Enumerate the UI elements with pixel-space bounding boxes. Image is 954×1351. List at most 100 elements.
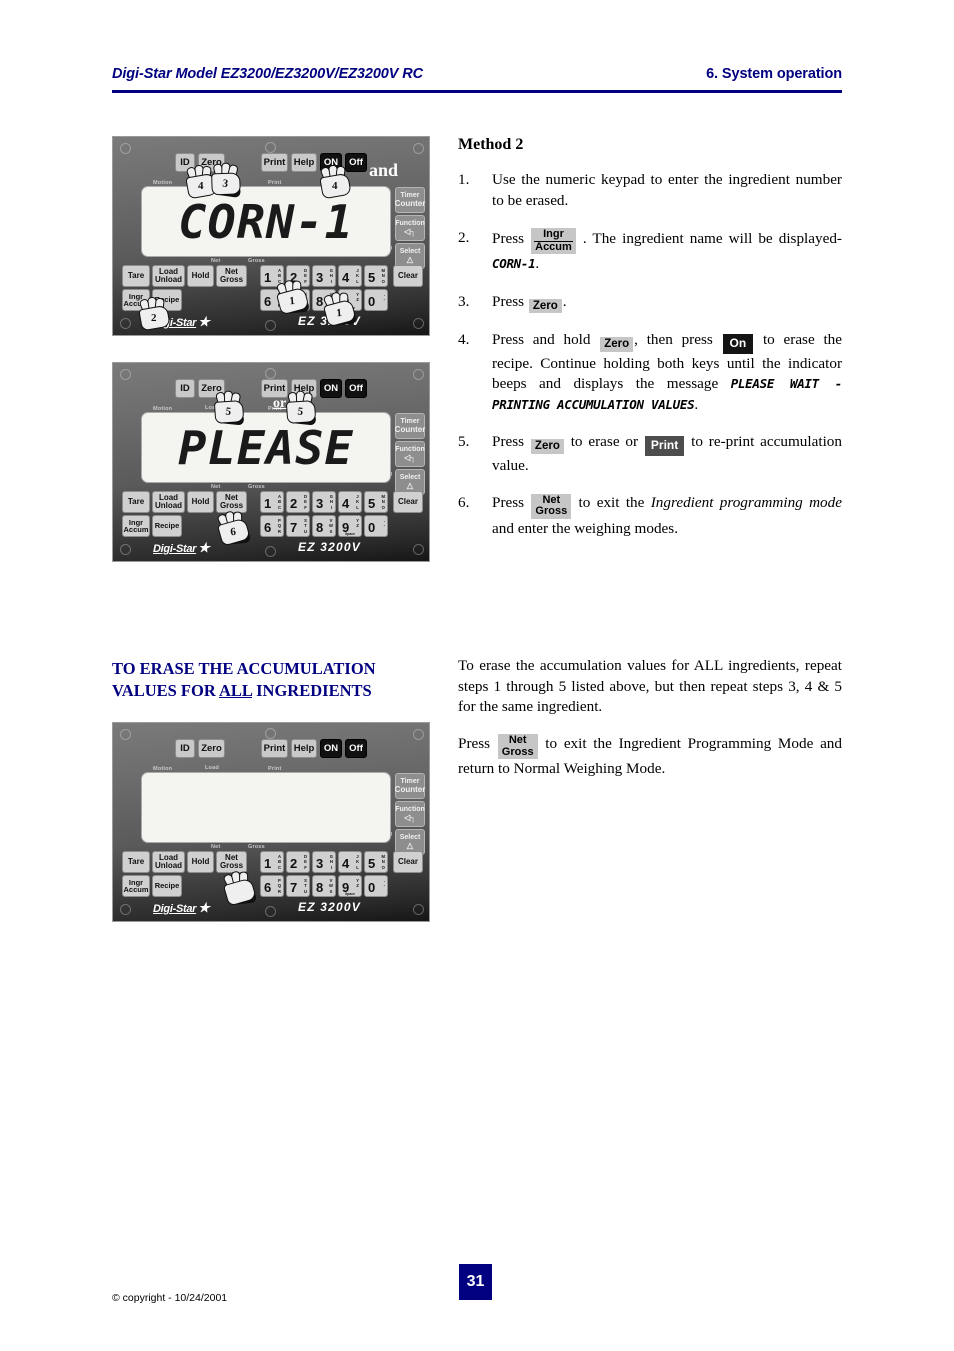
device-button-clear[interactable]: Clear xyxy=(393,851,423,873)
device-button-ingr[interactable]: Ingr Accum xyxy=(122,875,150,897)
device-button-zero[interactable]: Zero xyxy=(198,379,225,398)
keypad-key-1[interactable]: 1 A B C xyxy=(260,265,284,287)
device-button-off[interactable]: Off xyxy=(345,379,367,398)
inline-key-net-gross[interactable]: Net Gross xyxy=(497,733,538,760)
keypad-key-4[interactable]: 4 J K L xyxy=(338,851,362,873)
device-button-clear[interactable]: Clear xyxy=(393,491,423,513)
keypad-key-6[interactable]: 6 P Q R xyxy=(260,875,284,897)
keypad-key-3[interactable]: 3 G H I xyxy=(312,491,336,513)
keypad-key-6[interactable]: 6 P Q R xyxy=(260,289,284,311)
device-button-id[interactable]: ID xyxy=(175,153,195,172)
keypad-key-2[interactable]: 2 D E F xyxy=(286,265,310,287)
keypad-key-7[interactable]: 7 S T U xyxy=(286,289,310,311)
keypad-key-0[interactable]: 0 . - xyxy=(364,289,388,311)
keypad-letters: M N O xyxy=(381,268,386,284)
device-button-clear[interactable]: Clear xyxy=(393,265,423,287)
keypad-digit: 6 xyxy=(264,294,272,309)
keypad-key-0[interactable]: 0 . - xyxy=(364,875,388,897)
device-button-ingr[interactable]: Ingr Accum xyxy=(122,289,150,311)
keypad-key-8[interactable]: 8 V W X xyxy=(312,875,336,897)
device-button-tare[interactable]: Tare xyxy=(122,851,150,873)
device-button-recipe[interactable]: Recipe xyxy=(152,515,182,537)
side-button-timer[interactable]: Timer Counter xyxy=(395,187,425,213)
device-button-tare[interactable]: Tare xyxy=(122,265,150,287)
keypad-key-9[interactable]: 9Y Z Space xyxy=(338,515,362,537)
device-button-net[interactable]: Net Gross xyxy=(216,851,247,873)
star-icon: ★ xyxy=(198,900,210,915)
keypad-key-4[interactable]: 4 J K L xyxy=(338,491,362,513)
keypad-key-5[interactable]: 5 M N O xyxy=(364,265,388,287)
device-button-hold[interactable]: Hold xyxy=(187,491,214,513)
keypad-key-0[interactable]: 0 . - xyxy=(364,515,388,537)
inline-key-print[interactable]: Print xyxy=(644,436,685,456)
device-button-id[interactable]: ID xyxy=(175,379,195,398)
keypad-key-3[interactable]: 3 G H I xyxy=(312,851,336,873)
keypad-key-7[interactable]: 7 S T U xyxy=(286,515,310,537)
device-button-load[interactable]: Load Unload xyxy=(152,851,185,873)
device-button-zero[interactable]: Zero xyxy=(198,153,225,172)
inline-key-ingr-accum[interactable]: Ingr Accum xyxy=(531,228,576,255)
device-button-off[interactable]: Off xyxy=(345,739,367,758)
keypad-key-2[interactable]: 2 D E F xyxy=(286,491,310,513)
inline-key-on[interactable]: On xyxy=(722,334,754,354)
indicator-label-gross: Gross xyxy=(248,844,265,850)
panel-screw-icon xyxy=(265,142,276,153)
device-button-print[interactable]: Print xyxy=(261,739,288,758)
keypad-key-2[interactable]: 2 D E F xyxy=(286,851,310,873)
keypad-key-7[interactable]: 7 S T U xyxy=(286,875,310,897)
indicator-label-gross: Gross xyxy=(248,484,265,490)
device-button-help[interactable]: Help xyxy=(291,153,317,172)
inline-key-net-gross[interactable]: Net Gross xyxy=(531,493,572,519)
device-button-on[interactable]: ON xyxy=(320,153,342,172)
keypad-key-6[interactable]: 6 P Q R xyxy=(260,515,284,537)
keypad-letters: V W X xyxy=(329,518,333,534)
device-button-net[interactable]: Net Gross xyxy=(216,265,247,287)
step-number: 5. xyxy=(458,433,470,451)
star-icon: ★ xyxy=(198,540,210,555)
inline-key-zero[interactable]: Zero xyxy=(528,298,562,314)
keypad-key-3[interactable]: 3 G H I xyxy=(312,265,336,287)
device-button-id[interactable]: ID xyxy=(175,739,195,758)
device-button-on[interactable]: ON xyxy=(320,379,342,398)
keypad-key-1[interactable]: 1 A B C xyxy=(260,851,284,873)
side-button-function[interactable]: Function ◁┐ xyxy=(395,441,425,467)
hand-finger-icon xyxy=(239,871,249,887)
device-button-load[interactable]: Load Unload xyxy=(152,265,185,287)
keypad-key-5[interactable]: 5 M N O xyxy=(364,491,388,513)
device-button-zero[interactable]: Zero xyxy=(198,739,225,758)
device-button-on[interactable]: ON xyxy=(320,739,342,758)
device-button-load[interactable]: Load Unload xyxy=(152,491,185,513)
side-button-function[interactable]: Function ◁┐ xyxy=(395,801,425,827)
device-button-print[interactable]: Print xyxy=(261,153,288,172)
device-button-recipe[interactable]: Recipe xyxy=(152,875,182,897)
side-button-timer[interactable]: Timer Counter xyxy=(395,773,425,799)
device-button-recipe[interactable]: Recipe xyxy=(152,289,182,311)
side-button-timer[interactable]: Timer Counter xyxy=(395,413,425,439)
device-button-ingr[interactable]: Ingr Accum xyxy=(122,515,150,537)
device-button-line1: Recipe xyxy=(154,295,180,305)
keypad-key-9[interactable]: 9Y Z Space xyxy=(338,875,362,897)
device-button-help[interactable]: Help xyxy=(291,739,317,758)
device-button-net[interactable]: Net Gross xyxy=(216,491,247,513)
keypad-key-4[interactable]: 4 J K L xyxy=(338,265,362,287)
keypad-key-8[interactable]: 8 V W X xyxy=(312,289,336,311)
keypad-key-9[interactable]: 9Y Z Space xyxy=(338,289,362,311)
device-model-label: EZ 3200V xyxy=(298,314,361,328)
keypad-letters: S T U xyxy=(303,292,307,308)
keypad-key-8[interactable]: 8 V W X xyxy=(312,515,336,537)
device-button-hold[interactable]: Hold xyxy=(187,265,214,287)
keypad-letters: P Q R xyxy=(277,878,281,894)
keypad-key-5[interactable]: 5 M N O xyxy=(364,851,388,873)
device-button-tare[interactable]: Tare xyxy=(122,491,150,513)
device-button-hold[interactable]: Hold xyxy=(187,851,214,873)
device-button-line2: Accum xyxy=(123,299,149,308)
step-text: Use the numeric keypad to enter the ingr… xyxy=(492,171,842,209)
device-button-line1: Tare xyxy=(127,857,145,866)
side-button-function[interactable]: Function ◁┐ xyxy=(395,215,425,241)
side-button-glyph-icon: ◁┐ xyxy=(404,452,416,462)
device-button-help[interactable]: Help xyxy=(291,379,317,398)
inline-key-zero[interactable]: Zero xyxy=(530,439,564,455)
device-button-off[interactable]: Off xyxy=(345,153,367,172)
inline-key-zero[interactable]: Zero xyxy=(600,337,634,353)
keypad-key-1[interactable]: 1 A B C xyxy=(260,491,284,513)
